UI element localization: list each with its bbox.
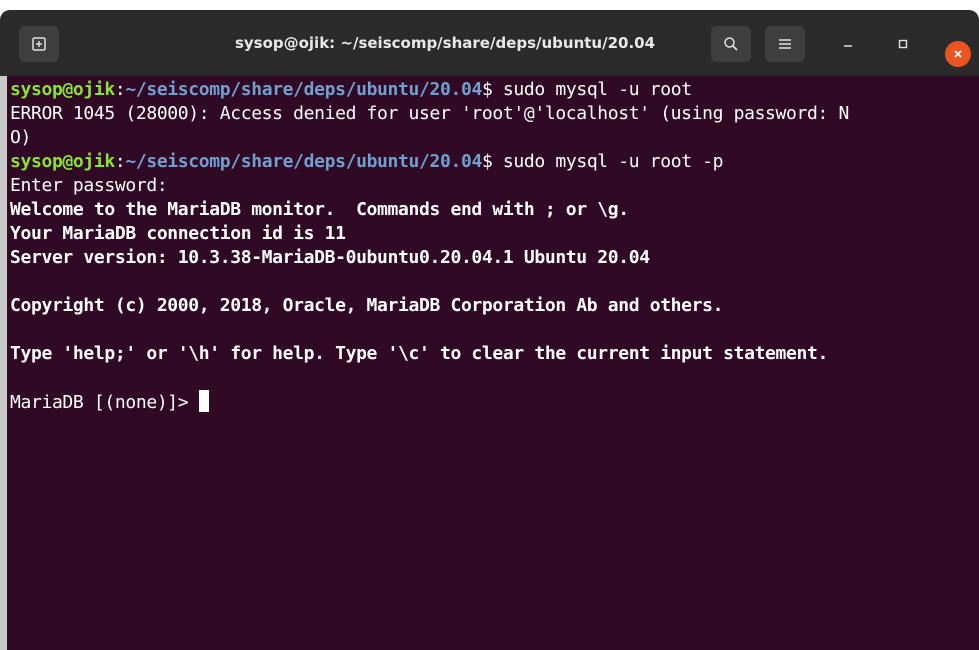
prompt-command: sudo mysql -u root -p — [492, 151, 724, 172]
prompt-path: ~/seiscomp/share/deps/ubuntu/20.04 — [125, 151, 482, 172]
prompt-symbol: $ — [481, 79, 493, 100]
terminal-output[interactable]: sysop@ojik:~/seiscomp/share/deps/ubuntu/… — [0, 76, 979, 650]
welcome-line: Welcome to the MariaDB monitor. Commands… — [10, 199, 629, 220]
help-line: Type 'help;' or '\h' for help. Type '\c'… — [10, 343, 828, 364]
maximize-button[interactable] — [893, 34, 913, 54]
enter-password-line: Enter password: — [10, 175, 168, 196]
prompt-line: sysop@ojik:~/seiscomp/share/deps/ubuntu/… — [10, 150, 979, 174]
prompt-line: sysop@ojik:~/seiscomp/share/deps/ubuntu/… — [10, 78, 979, 102]
window-title: sysop@ojik: ~/seiscomp/share/deps/ubuntu… — [234, 34, 656, 52]
new-tab-icon — [32, 37, 46, 51]
error-line: ERROR 1045 (28000): Access denied for us… — [10, 103, 849, 124]
new-tab-button[interactable] — [19, 26, 59, 62]
mariadb-prompt-line[interactable]: MariaDB [(none)]> — [10, 390, 979, 414]
minimize-icon — [844, 45, 852, 47]
prompt-symbol: $ — [481, 151, 493, 172]
prompt-separator: : — [114, 79, 126, 100]
prompt-path: ~/seiscomp/share/deps/ubuntu/20.04 — [125, 79, 482, 100]
mariadb-prompt: MariaDB [(none)]> — [10, 392, 199, 413]
server-version-line: Server version: 10.3.38-MariaDB-0ubuntu0… — [10, 247, 650, 268]
minimize-button[interactable] — [838, 34, 858, 54]
hamburger-menu-icon — [779, 39, 791, 49]
copyright-line: Copyright (c) 2000, 2018, Oracle, MariaD… — [10, 295, 724, 316]
text-cursor — [198, 390, 209, 412]
close-button[interactable] — [945, 41, 971, 67]
terminal-window: sysop@ojik: ~/seiscomp/share/deps/ubuntu… — [0, 0, 979, 650]
maximize-icon — [898, 39, 908, 49]
prompt-separator: : — [114, 151, 126, 172]
connection-id-line: Your MariaDB connection id is 11 — [10, 223, 346, 244]
close-icon — [954, 50, 962, 58]
prompt-user: sysop@ojik — [10, 151, 115, 172]
search-icon — [724, 37, 738, 51]
search-button[interactable] — [711, 26, 751, 62]
prompt-command: sudo mysql -u root — [492, 79, 692, 100]
error-line-wrap: O) — [10, 127, 31, 148]
menu-button[interactable] — [765, 26, 805, 62]
prompt-user: sysop@ojik — [10, 79, 115, 100]
title-bar[interactable]: sysop@ojik: ~/seiscomp/share/deps/ubuntu… — [0, 10, 979, 76]
